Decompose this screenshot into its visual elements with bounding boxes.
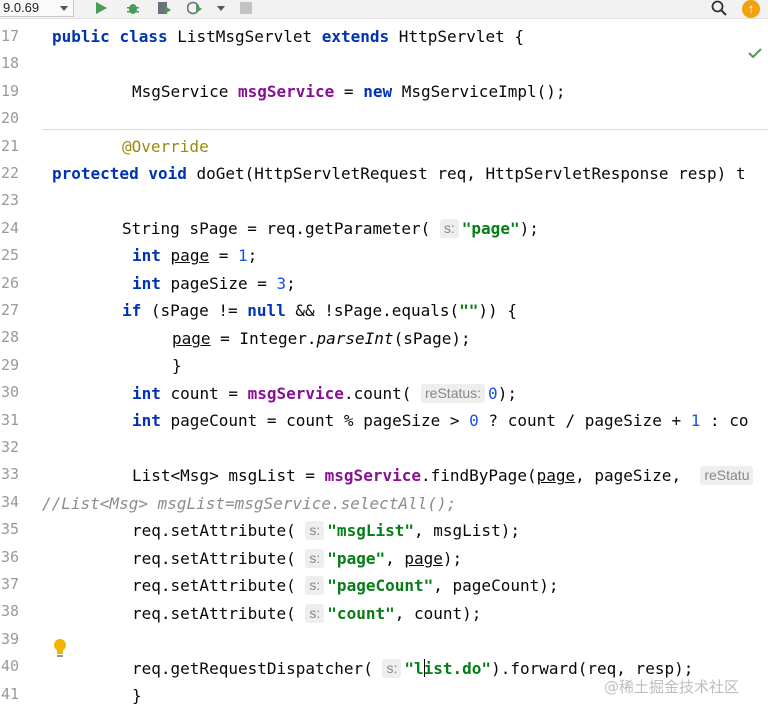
- code-line-22: protected void doGet(HttpServletRequest …: [52, 164, 746, 183]
- code-line-38: req.setAttribute( s: "count", count);: [132, 604, 482, 623]
- code-line-25: int page = 1;: [132, 246, 258, 265]
- parameter-hint: s:: [305, 521, 325, 540]
- line-number: 34: [1, 492, 20, 511]
- lightbulb-icon[interactable]: [52, 638, 68, 658]
- search-icon[interactable]: [711, 0, 727, 16]
- check-icon: [748, 48, 762, 58]
- line-number: 19: [1, 81, 20, 100]
- run-icon[interactable]: [96, 2, 107, 14]
- parameter-hint: s:: [305, 604, 325, 623]
- line-number: 30: [1, 383, 20, 402]
- code-line-37: req.setAttribute( s: "pageCount", pageCou…: [132, 576, 559, 595]
- line-number: 35: [1, 520, 20, 539]
- line-number: 32: [1, 438, 20, 456]
- code-editor[interactable]: 17 18 19 20 21 22 23 24 25 26 27 28 29 30 31 32 33 34 35 36…: [0, 18, 768, 718]
- code-line-27: if (sPage != null && !sPage.equals("")) …: [122, 301, 517, 320]
- profile-icon[interactable]: [187, 1, 203, 15]
- code-line-29: }: [172, 356, 182, 375]
- line-number: 22: [1, 164, 20, 182]
- line-number: 25: [1, 246, 20, 265]
- line-number: 41: [1, 684, 20, 703]
- watermark: @稀土掘金技术社区: [604, 678, 740, 696]
- debug-icon[interactable]: [126, 1, 140, 15]
- coverage-icon[interactable]: [157, 1, 171, 15]
- update-icon[interactable]: ↑: [742, 0, 760, 18]
- run-configuration-select[interactable]: 9.0.69: [0, 0, 74, 17]
- line-number: 21: [1, 136, 20, 155]
- line-number: 33: [1, 465, 20, 484]
- code-line-35: req.setAttribute( s: "msgList", msgList);: [132, 521, 520, 540]
- line-number: 27: [1, 301, 20, 319]
- code-line-31: int pageCount = count % pageSize > 0 ? c…: [132, 411, 749, 430]
- code-line-26: int pageSize = 3;: [132, 274, 296, 293]
- code-line-17: public class ListMsgServlet extends Http…: [52, 27, 525, 46]
- line-number: 23: [1, 191, 20, 210]
- line-number: 37: [1, 575, 20, 593]
- parameter-hint: s:: [439, 219, 459, 238]
- chevron-down-icon: [60, 6, 68, 11]
- code-line-41: }: [132, 686, 142, 705]
- stop-icon[interactable]: [240, 2, 252, 14]
- line-number: 36: [1, 547, 20, 566]
- parameter-hint: s:: [305, 549, 325, 568]
- line-number: 39: [1, 629, 20, 648]
- line-number: 17: [1, 27, 20, 45]
- code-line-28: page = Integer.parseInt(sPage);: [172, 329, 471, 348]
- run-configuration-label: 9.0.69: [3, 0, 40, 15]
- code-line-21: @Override: [122, 137, 209, 156]
- parameter-hint: s:: [382, 659, 402, 678]
- line-number: 24: [1, 218, 20, 237]
- line-number: 28: [1, 328, 20, 347]
- line-number: 38: [1, 602, 20, 621]
- line-number: 29: [1, 355, 20, 374]
- code-line-24: String sPage = req.getParameter( s: "page…: [122, 219, 539, 238]
- code-line-34: //List<Msg> msgList=msgService.selectAll…: [42, 494, 457, 513]
- method-separator: [42, 129, 768, 130]
- parameter-hint: s:: [305, 576, 325, 595]
- line-number: 26: [1, 273, 20, 292]
- parameter-hint: reStatu: [700, 466, 754, 485]
- chevron-down-icon[interactable]: [217, 6, 225, 11]
- line-number: 18: [1, 54, 20, 73]
- line-number: 20: [1, 109, 20, 128]
- code-line-36: req.setAttribute( s: "page", page);: [132, 549, 463, 568]
- code-line-30: int count = msgService.count( reStatus: 0…: [132, 384, 517, 403]
- line-number: 40: [1, 657, 20, 676]
- code-line-33: List<Msg> msgList = msgService.findByPag…: [132, 462, 756, 489]
- line-number: 31: [1, 410, 20, 429]
- toolbar: 9.0.69 ↑: [0, 0, 768, 19]
- code-line-19: MsgService msgService = new MsgServiceIm…: [132, 82, 566, 101]
- parameter-hint: reStatus:: [421, 384, 486, 403]
